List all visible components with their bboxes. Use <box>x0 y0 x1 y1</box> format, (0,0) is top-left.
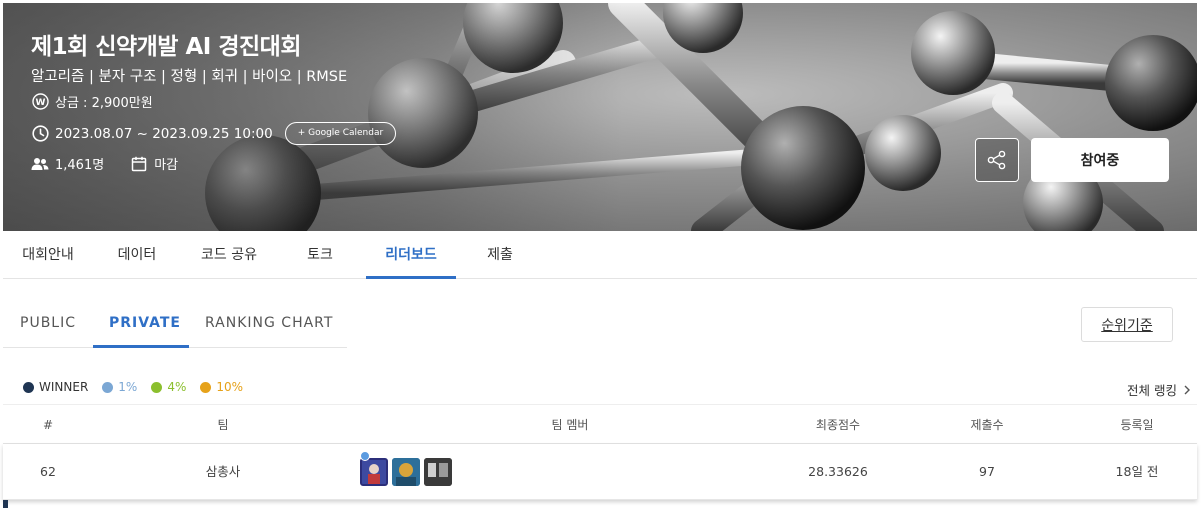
subtab-public[interactable]: PUBLIC <box>20 300 76 346</box>
team-leader-badge-icon <box>360 451 370 461</box>
subtab-private[interactable]: PRIVATE <box>109 300 181 346</box>
avatar[interactable] <box>360 458 388 486</box>
period-text: 2023.08.07 ~ 2023.09.25 10:00 <box>55 125 273 142</box>
one-percent-dot-icon <box>102 381 114 393</box>
competition-banner: 제1회 신약개발 AI 경진대회 알고리즘 | 분자 구조 | 정형 | 회귀 … <box>3 3 1197 231</box>
all-ranking-link[interactable]: 전체 랭킹 <box>1127 380 1192 399</box>
tab-code-share[interactable]: 코드 공유 <box>197 231 261 279</box>
active-tab-indicator <box>366 276 456 279</box>
ten-percent-dot-icon <box>200 381 212 393</box>
share-button[interactable] <box>975 138 1019 182</box>
avatar[interactable] <box>392 458 420 486</box>
join-button[interactable]: 참여중 <box>1031 138 1169 182</box>
chevron-right-icon <box>1184 385 1190 394</box>
tab-submit[interactable]: 제출 <box>483 231 517 279</box>
calendar-icon <box>130 155 148 173</box>
leaderboard-table-header: # 팀 팀 멤버 최종점수 제출수 등록일 <box>3 404 1197 444</box>
header-submissions: 제출수 <box>970 418 1004 432</box>
winner-dot-icon <box>23 381 34 393</box>
participants-count: 1,461명 <box>55 158 105 173</box>
tab-talk[interactable]: 토크 <box>303 231 337 279</box>
share-icon <box>987 150 1006 170</box>
winner-row-marker <box>3 500 8 508</box>
tab-leaderboard[interactable]: 리더보드 <box>366 231 456 279</box>
status-info: 마감 <box>130 154 178 173</box>
legend-1pct: 1% <box>102 380 137 394</box>
row-rank: 62 <box>40 464 56 479</box>
competition-title: 제1회 신약개발 AI 경진대회 <box>31 34 301 60</box>
won-coin-icon: W <box>31 93 49 111</box>
avatar[interactable] <box>424 458 452 486</box>
header-team: 팀 <box>217 418 229 432</box>
ranking-criteria-button[interactable]: 순위기준 <box>1081 307 1173 342</box>
svg-text:W: W <box>35 98 45 108</box>
tab-data[interactable]: 데이터 <box>115 231 159 279</box>
tier-legend: WINNER 1% 4% 10% <box>23 380 257 394</box>
people-icon <box>31 155 49 173</box>
clock-icon <box>31 125 49 143</box>
competition-tags: 알고리즘 | 분자 구조 | 정형 | 회귀 | 바이오 | RMSE <box>31 69 348 85</box>
four-percent-dot-icon <box>151 381 163 393</box>
header-rank: # <box>42 418 54 432</box>
row-submissions: 97 <box>979 464 995 479</box>
table-row[interactable]: 62 삼총사 28.33626 97 18일 전 <box>3 444 1197 500</box>
row-registered: 18일 전 <box>1115 464 1159 479</box>
legend-10pct: 10% <box>200 380 243 394</box>
google-calendar-button[interactable]: + Google Calendar <box>284 122 397 145</box>
tab-overview[interactable]: 대회안내 <box>19 231 77 279</box>
legend-winner: WINNER <box>23 380 88 394</box>
active-subtab-indicator <box>93 345 189 348</box>
status-text: 마감 <box>154 158 179 173</box>
row-score: 28.33626 <box>808 464 868 479</box>
subtab-ranking-chart[interactable]: RANKING CHART <box>205 300 333 346</box>
main-tab-bar: 대회안내 데이터 코드 공유 토크 리더보드 제출 <box>3 231 1197 279</box>
leaderboard-sub-tabs: PUBLIC PRIVATE RANKING CHART <box>3 300 347 348</box>
prize-text: 상금 : 2,900만원 <box>55 96 153 111</box>
header-registered: 등록일 <box>1120 418 1154 432</box>
participants-info: 1,461명 마감 <box>31 154 178 173</box>
legend-4pct: 4% <box>151 380 186 394</box>
team-members <box>360 458 456 486</box>
row-team[interactable]: 삼총사 <box>206 444 241 500</box>
header-members: 팀 멤버 <box>551 418 589 432</box>
period-info: 2023.08.07 ~ 2023.09.25 10:00 + Google C… <box>31 122 397 145</box>
header-score: 최종점수 <box>815 418 861 432</box>
prize-info: W 상금 : 2,900만원 <box>31 92 153 111</box>
